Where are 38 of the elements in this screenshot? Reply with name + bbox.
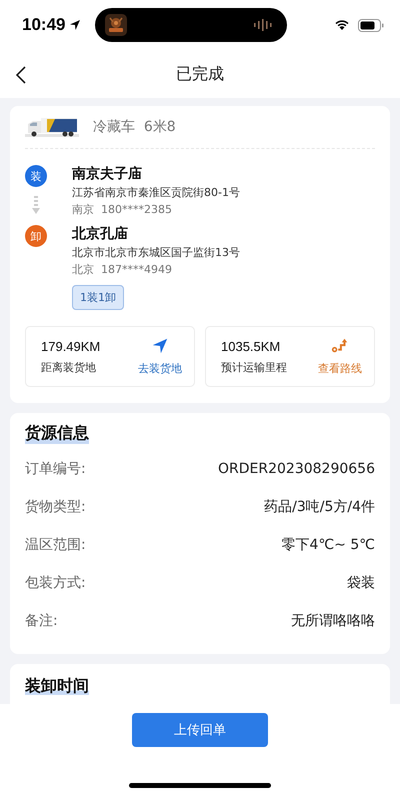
field-value: 袋装 <box>347 574 375 592</box>
navigation-arrow-icon[interactable] <box>151 337 169 355</box>
stop-address: 北京市北京市东城区国子监街13号 <box>72 245 240 260</box>
vehicle-type: 冷藏车 6米8 <box>93 118 176 136</box>
section-title: 装卸时间 <box>25 676 89 695</box>
wifi-icon <box>334 19 350 31</box>
stop-contact: 南京 180****2385 <box>72 202 173 217</box>
down-arrow-icon <box>31 195 41 215</box>
field-value: 零下4℃~ 5℃ <box>282 536 375 554</box>
stop-name: 南京夫子庙 <box>72 165 143 183</box>
back-icon[interactable] <box>16 66 26 84</box>
stop-contact: 北京 187****4949 <box>72 262 173 277</box>
status-time: 10:49 <box>22 15 66 35</box>
field-label: 包装方式: <box>25 574 86 592</box>
field-value: 药品/3吨/5方/4件 <box>264 498 375 516</box>
distance-label: 距离装货地 <box>41 360 97 374</box>
distance-value: 179.49KM <box>41 338 100 354</box>
stop-name: 北京孔庙 <box>72 225 129 243</box>
battery-icon <box>358 18 384 32</box>
action-link[interactable]: 去装货地 <box>138 361 182 376</box>
distance-label: 预计运输里程 <box>221 360 287 374</box>
upload-button[interactable]: 上传回单 <box>132 713 268 747</box>
distance-value: 1035.5KM <box>221 338 282 354</box>
action-link[interactable]: 查看路线 <box>318 361 362 376</box>
location-arrow-icon <box>69 19 82 31</box>
stop-count-tag: 1装1卸 <box>72 285 124 310</box>
field-label: 货物类型: <box>25 498 86 516</box>
field-value: 无所谓咯咯咯 <box>291 612 375 630</box>
stop-badge: 卸 <box>25 225 47 247</box>
route-icon[interactable] <box>331 337 349 355</box>
section-title: 货源信息 <box>25 423 89 444</box>
field-label: 备注: <box>25 612 58 630</box>
field-label: 温区范围: <box>25 536 86 554</box>
stop-address: 江苏省南京市秦淮区贡院街80-1号 <box>72 185 240 200</box>
field-label: 订单编号: <box>25 460 86 478</box>
field-value: ORDER202308290656 <box>218 461 375 477</box>
stop-badge: 装 <box>25 165 47 187</box>
page-title: 已完成 <box>176 64 224 84</box>
